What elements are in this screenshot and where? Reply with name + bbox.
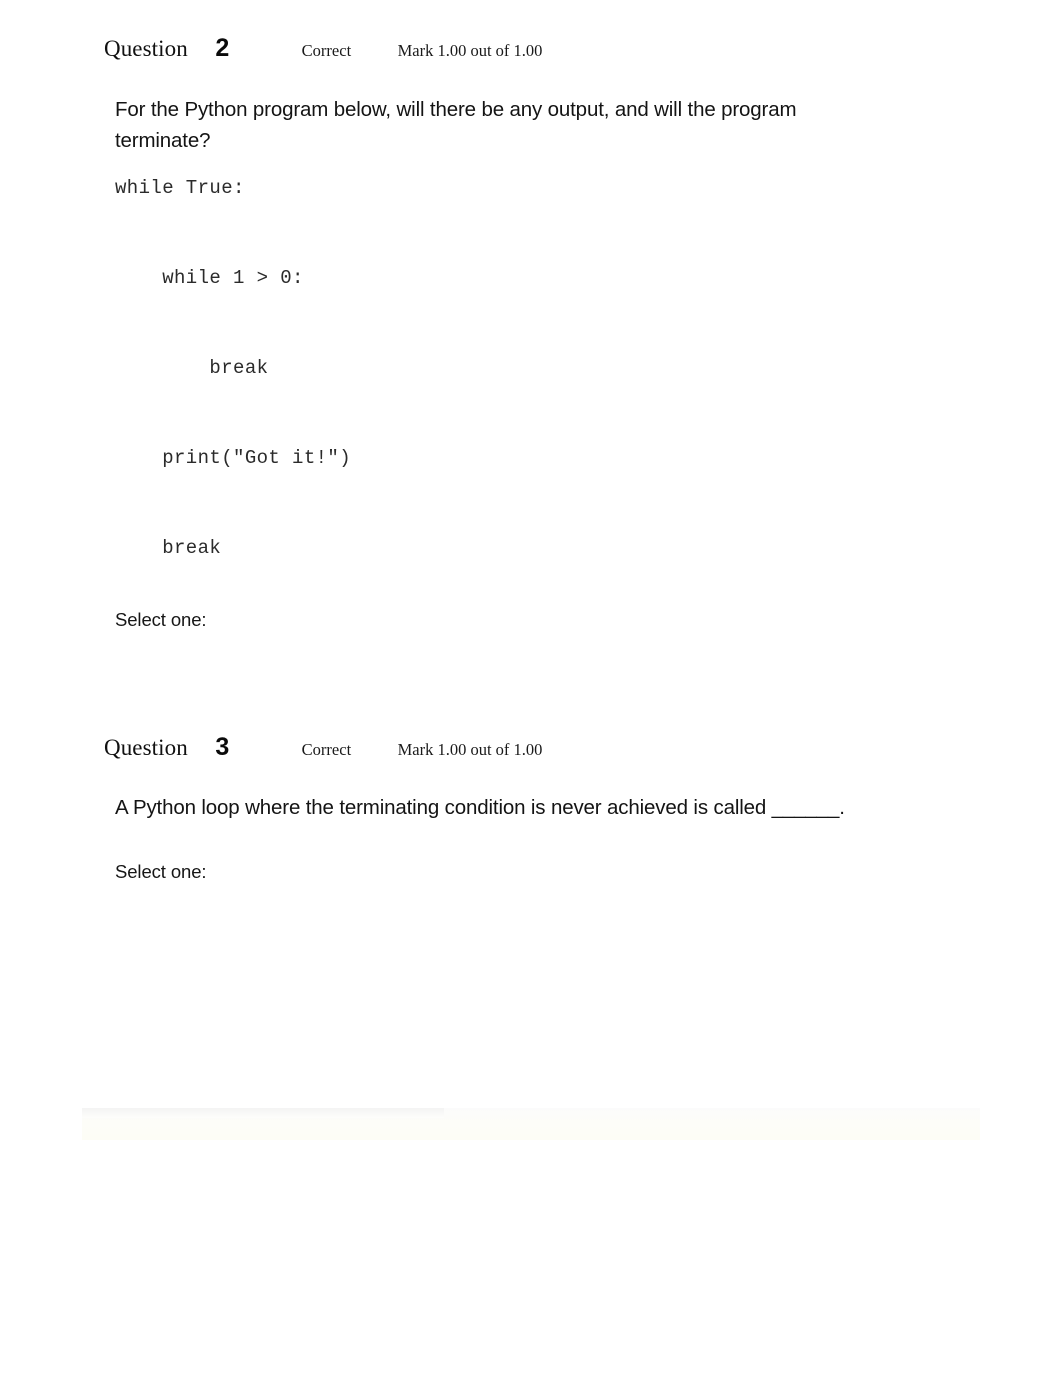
- code-snippet: while True: while 1 > 0: break print("Go…: [115, 177, 352, 559]
- question-status-badge: Correct: [301, 740, 352, 759]
- footer-band: [82, 1108, 980, 1140]
- question-body-3: A Python loop where the terminating cond…: [0, 792, 1062, 1065]
- question-mark-text: Mark 1.00 out of 1.00: [397, 41, 543, 60]
- question-prompt: A Python loop where the terminating cond…: [115, 796, 845, 819]
- question-header-3: Question 3 Correct Mark 1.00 out of 1.00: [0, 729, 1062, 765]
- footer-band-highlight: [82, 1108, 444, 1118]
- question-number: 2: [215, 34, 230, 62]
- select-one-label: Select one:: [115, 861, 207, 882]
- question-header-2: Question 2 Correct Mark 1.00 out of 1.00: [0, 30, 1062, 66]
- question-block-3: Question 3 Correct Mark 1.00 out of 1.00…: [0, 729, 1062, 1065]
- answer-options-area[interactable]: [115, 885, 942, 1065]
- question-number: 3: [215, 733, 230, 761]
- question-prompt: For the Python program below, will there…: [115, 98, 797, 152]
- question-label: Question: [104, 36, 188, 61]
- question-mark-text: Mark 1.00 out of 1.00: [397, 740, 543, 759]
- select-one-label: Select one:: [115, 609, 207, 630]
- question-label: Question: [104, 735, 188, 760]
- quiz-review-page: Question 2 Correct Mark 1.00 out of 1.00…: [0, 0, 1062, 1376]
- question-status-badge: Correct: [301, 41, 352, 60]
